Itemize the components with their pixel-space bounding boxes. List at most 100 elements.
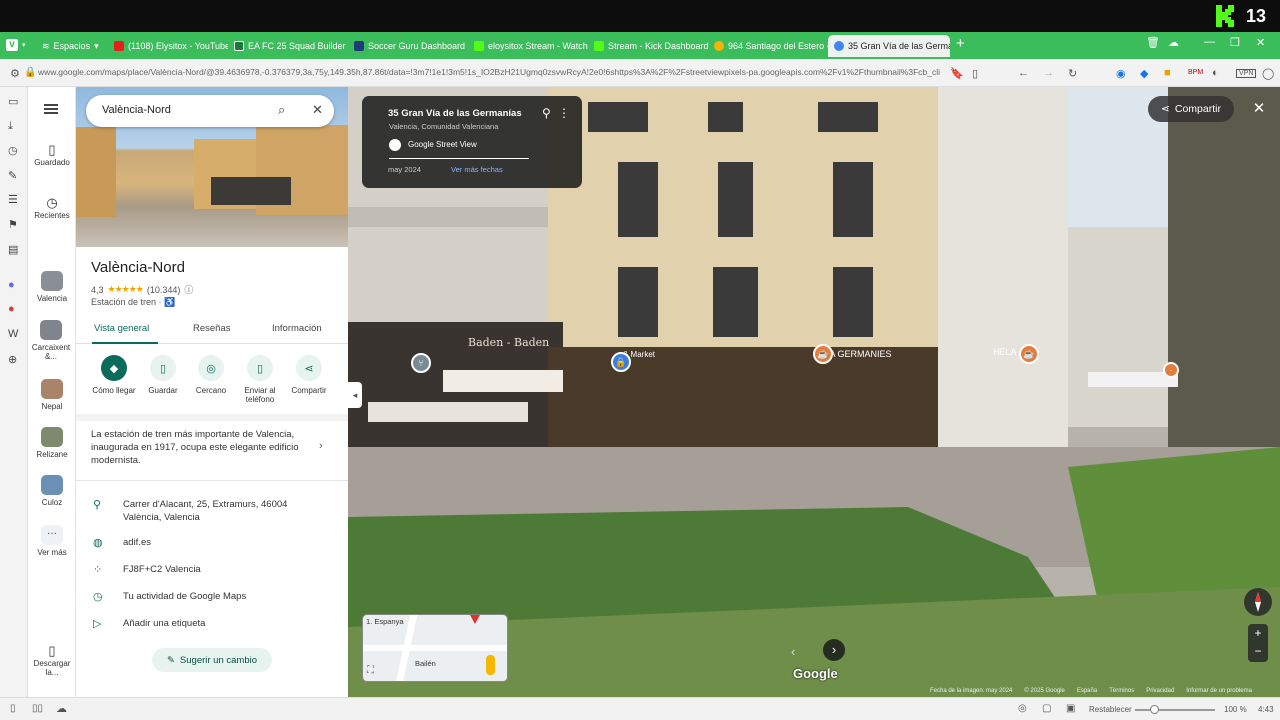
poi-cafe-icon[interactable]: ☕ xyxy=(1019,344,1039,364)
opera-icon[interactable]: ● xyxy=(8,303,15,315)
share-button[interactable]: ⋖ Compartir xyxy=(283,355,335,395)
nearby-button[interactable]: ◎ Cercano xyxy=(185,355,237,395)
region-link[interactable]: España xyxy=(1077,688,1097,697)
menu-icon[interactable] xyxy=(44,104,58,106)
site-info-icon[interactable]: ⚙ xyxy=(10,67,20,80)
extension-1-icon[interactable]: ◉ xyxy=(1116,67,1126,80)
rail-recent-valencia[interactable]: Valencia xyxy=(28,271,76,303)
maximize-button[interactable]: ❐ xyxy=(1230,36,1240,49)
wikipedia-icon[interactable]: W xyxy=(8,328,18,340)
image-toggle-icon[interactable]: ▣ xyxy=(1066,703,1075,714)
save-button[interactable]: ▯ Guardar xyxy=(137,355,189,395)
minimize-button[interactable]: — xyxy=(1204,36,1215,48)
tab-maps-active[interactable]: 35 Gran Vía de las Germani xyxy=(828,35,950,57)
compass-icon[interactable] xyxy=(1244,588,1272,616)
mastodon-icon[interactable]: ● xyxy=(8,279,15,291)
terms-link[interactable]: Términos xyxy=(1109,688,1134,697)
address-row[interactable]: ⚲ Carrer d'Alacant, 25, Extramurs, 46004 … xyxy=(76,498,348,526)
back-icon[interactable]: ← xyxy=(1018,67,1029,79)
search-box[interactable]: València-Nord ⌕ ✕ xyxy=(86,95,334,127)
tile-icon[interactable]: ▯▯ xyxy=(32,703,43,714)
tab-reviews[interactable]: Reseñas xyxy=(193,323,231,334)
reset-zoom-button[interactable]: Restablecer xyxy=(1089,705,1132,714)
page-actions-icon[interactable]: ▢ xyxy=(1042,703,1051,714)
panel-toggle-icon[interactable]: ▯ xyxy=(10,703,16,714)
extension-5-icon[interactable]: ◐ xyxy=(1212,67,1219,79)
suggest-edit-button[interactable]: ✎ Sugerir un cambio xyxy=(152,648,272,672)
poi-restaurant-icon[interactable]: ⑂ xyxy=(411,353,431,373)
chevron-down-icon[interactable]: ▾ xyxy=(22,41,26,49)
tab-overview[interactable]: Vista general xyxy=(94,323,149,334)
tab-futbin[interactable]: EA FC 25 Squad Builder | F xyxy=(228,35,348,57)
plus-code-row[interactable]: ⁘ FJ8F+C2 Valencia xyxy=(76,563,348,579)
profile-icon[interactable]: ◯ xyxy=(1262,67,1274,80)
zoom-in-button[interactable]: + xyxy=(1248,624,1268,642)
share-streetview-button[interactable]: ⋖ Compartir xyxy=(1148,96,1234,122)
tab-about[interactable]: Información xyxy=(272,323,322,334)
rail-more[interactable]: ··· Ver más xyxy=(28,525,76,557)
directions-button[interactable]: ◆ Cómo llegar xyxy=(88,355,140,395)
report-problem-link[interactable]: Informar de un problema xyxy=(1186,688,1252,697)
trash-icon[interactable]: 🗑 xyxy=(1146,36,1160,49)
window-panel-icon[interactable]: ▤ xyxy=(8,243,18,256)
more-options-icon[interactable]: ⋮ xyxy=(558,106,570,120)
rail-saved[interactable]: ▯ Guardado xyxy=(28,142,76,167)
location-pin-icon[interactable]: ⚲ xyxy=(542,106,551,120)
tab-kick-stream[interactable]: eloysitox Stream - Watch L xyxy=(468,35,588,57)
rail-recent-nepal[interactable]: Nepal xyxy=(28,379,76,411)
cloud-icon[interactable]: ☁ xyxy=(1168,36,1179,49)
history-panel-icon[interactable]: ◷ xyxy=(8,144,18,157)
extension-2-icon[interactable]: ◆ xyxy=(1140,67,1148,80)
add-panel-icon[interactable]: ⊕ xyxy=(8,353,17,366)
reading-list-icon[interactable]: ☰ xyxy=(8,193,18,206)
bookmark-icon[interactable]: 🔖 xyxy=(950,67,964,80)
activity-row[interactable]: ◷ Tu actividad de Google Maps xyxy=(76,590,348,606)
translate-panel-icon[interactable]: ⚑ xyxy=(8,218,18,231)
pegman-icon[interactable] xyxy=(486,655,495,675)
tab-youtube[interactable]: (1108) Elysitox - YouTube xyxy=(108,35,228,57)
close-window-button[interactable]: ✕ xyxy=(1256,36,1265,49)
poi-bar-icon[interactable]: ☕ xyxy=(813,344,833,364)
search-icon[interactable]: ⌕ xyxy=(278,102,285,118)
website-row[interactable]: ◍ adif.es xyxy=(76,536,348,552)
tab-kick-dashboard[interactable]: Stream - Kick Dashboard xyxy=(588,35,708,57)
chevron-right-icon[interactable]: › xyxy=(319,440,323,452)
place-description[interactable]: La estación de tren más importante de Va… xyxy=(91,428,313,467)
extension-3-icon[interactable]: ■ xyxy=(1164,67,1171,79)
zoom-slider-handle[interactable] xyxy=(1150,705,1159,714)
capture-icon[interactable]: ◎ xyxy=(1018,703,1027,714)
bookmarks-panel-icon[interactable]: ▭ xyxy=(8,95,18,108)
review-count[interactable]: (10.344) xyxy=(147,285,181,295)
send-to-phone-button[interactable]: ▯ Enviar al teléfono xyxy=(234,355,286,404)
tab-spaces[interactable]: ≋ Espacios ▾ xyxy=(36,35,108,57)
poi-shop-icon[interactable]: 🔒 xyxy=(611,352,631,372)
mini-map[interactable]: 1. Espanya Bailén ⛶ xyxy=(362,614,508,682)
rail-recent-relizane[interactable]: Relizane xyxy=(28,427,76,459)
expand-map-icon[interactable]: ⛶ xyxy=(367,665,374,676)
info-icon[interactable]: ⓘ xyxy=(184,283,193,296)
collapse-panel-button[interactable]: ◂ xyxy=(348,382,362,408)
label-row[interactable]: ▷ Añadir una etiqueta xyxy=(76,617,348,633)
reload-icon[interactable]: ↻ xyxy=(1068,67,1077,80)
downloads-panel-icon[interactable]: ⤓ xyxy=(8,120,13,133)
tab-maps-santiago[interactable]: 964 Santiago del Estero - G xyxy=(708,35,828,57)
nav-arrow-right-icon[interactable]: › xyxy=(823,639,845,661)
nav-arrow-left-icon[interactable]: ‹ xyxy=(791,644,795,659)
vpn-icon[interactable]: VPN xyxy=(1236,69,1257,78)
zoom-slider[interactable] xyxy=(1135,709,1215,711)
new-tab-button[interactable]: + xyxy=(956,35,965,52)
zoom-out-button[interactable]: − xyxy=(1248,642,1268,660)
cloud-sync-icon[interactable]: ☁ xyxy=(56,702,67,715)
close-icon[interactable]: ✕ xyxy=(312,102,323,118)
poi-food-icon[interactable]: · xyxy=(1163,362,1179,378)
url-field[interactable]: www.google.com/maps/place/València-Nord/… xyxy=(38,67,940,77)
search-input[interactable]: València-Nord xyxy=(102,104,171,116)
vivaldi-menu-icon[interactable]: v xyxy=(6,39,18,51)
rail-recent-carcaixent[interactable]: Carcaixent &... xyxy=(28,320,74,361)
reader-icon[interactable]: ▯ xyxy=(972,67,978,80)
privacy-link[interactable]: Privacidad xyxy=(1146,688,1174,697)
rail-recents[interactable]: ◷ Recientes xyxy=(28,195,76,220)
more-dates-link[interactable]: Ver más fechas xyxy=(451,165,503,174)
extension-4-icon[interactable]: BPM xyxy=(1188,69,1203,76)
rail-recent-culoz[interactable]: Culoz xyxy=(28,475,76,507)
